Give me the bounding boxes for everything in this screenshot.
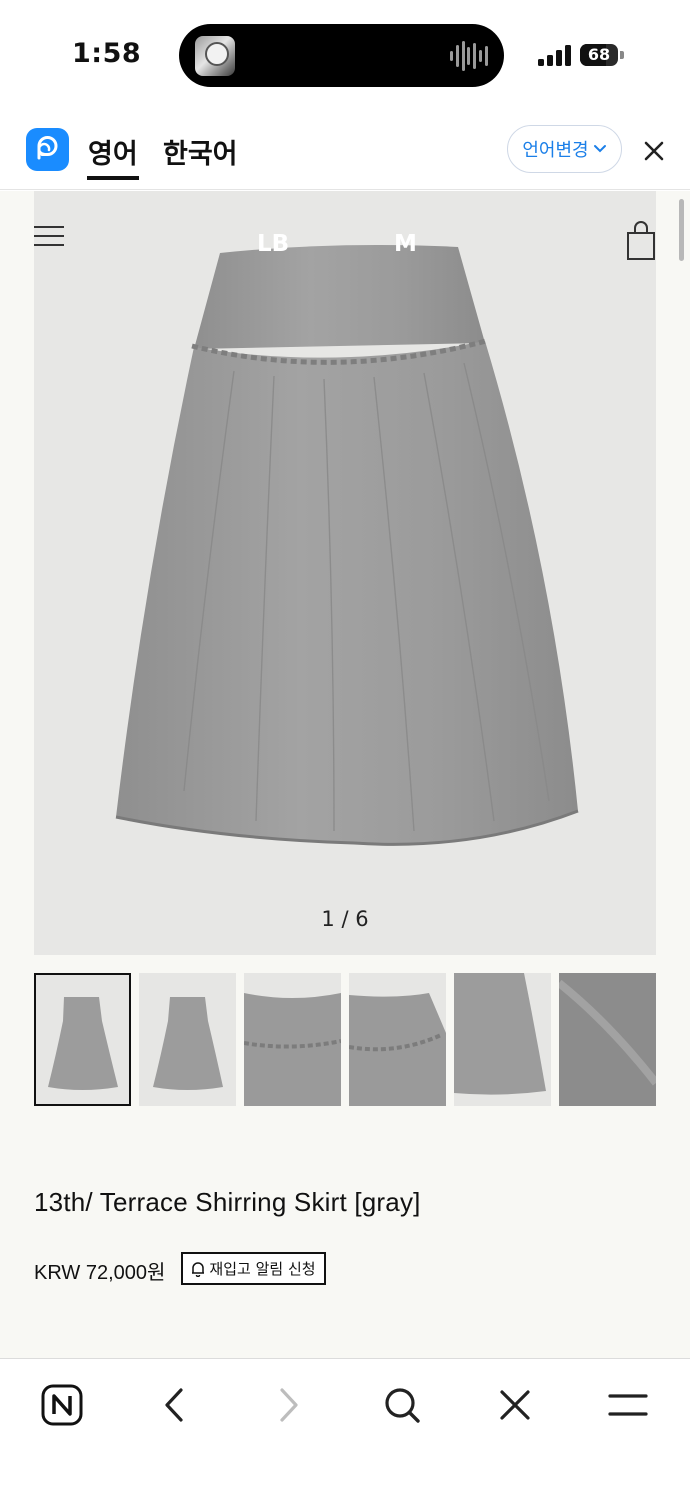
language-change-label: 언어변경: [522, 140, 589, 161]
thumbnail-1[interactable]: [34, 973, 131, 1106]
thumbnail-2[interactable]: [139, 973, 236, 1106]
back-icon[interactable]: [150, 1381, 198, 1429]
shopping-bag-icon[interactable]: [626, 221, 656, 261]
chevron-down-icon: [593, 145, 606, 153]
thumbnail-5[interactable]: [454, 973, 551, 1106]
status-bar: 1:58 68: [0, 0, 690, 110]
brand-logo-right[interactable]: M: [394, 231, 417, 257]
close-tab-icon[interactable]: [491, 1381, 539, 1429]
menu-icon[interactable]: [604, 1381, 652, 1429]
cellular-signal-icon: [538, 44, 572, 66]
battery-level: 68: [587, 45, 611, 64]
thumbnail-6[interactable]: [559, 973, 656, 1106]
dynamic-island[interactable]: [179, 24, 504, 87]
gallery-counter: 1 / 6: [321, 907, 369, 931]
battery-icon: 68: [580, 44, 618, 66]
naver-home-icon[interactable]: [38, 1381, 86, 1429]
restock-alert-button[interactable]: 재입고 알림 신청: [181, 1252, 326, 1285]
thumbnail-strip: [34, 973, 656, 1107]
forward-icon[interactable]: [265, 1381, 313, 1429]
tab-korean[interactable]: 한국어: [163, 132, 238, 171]
audio-waveform-icon: [450, 40, 488, 72]
scrollbar[interactable]: [679, 199, 684, 261]
hamburger-menu-icon[interactable]: [34, 225, 64, 247]
product-main-image[interactable]: LB M 1 / 6: [34, 191, 656, 955]
brand-logo-left[interactable]: LB: [257, 231, 289, 257]
product-page: LB M 1 / 6 13th/ Terrace Shirring Skirt …: [0, 191, 690, 1358]
product-title: 13th/ Terrace Shirring Skirt [gray]: [34, 1187, 421, 1217]
thumbnail-3[interactable]: [244, 973, 341, 1106]
language-change-button[interactable]: 언어변경: [507, 125, 622, 173]
tab-english[interactable]: 영어: [88, 132, 138, 171]
restock-alert-label: 재입고 알림 신청: [209, 1260, 316, 1278]
close-icon[interactable]: [641, 138, 667, 164]
thumbnail-4[interactable]: [349, 973, 446, 1106]
translate-bar: 영어 한국어 언어변경: [0, 110, 690, 190]
search-icon[interactable]: [378, 1381, 426, 1429]
battery-cap: [620, 51, 624, 59]
skirt-image: [115, 245, 579, 846]
product-price: KRW 72,000원: [34, 1262, 166, 1284]
browser-bottom-bar: [0, 1358, 690, 1500]
papago-logo-icon[interactable]: [26, 128, 69, 171]
bell-icon: [192, 1261, 205, 1277]
tab-selected-indicator: [87, 176, 139, 180]
status-time: 1:58: [72, 38, 142, 69]
now-playing-artwork: [195, 36, 235, 76]
